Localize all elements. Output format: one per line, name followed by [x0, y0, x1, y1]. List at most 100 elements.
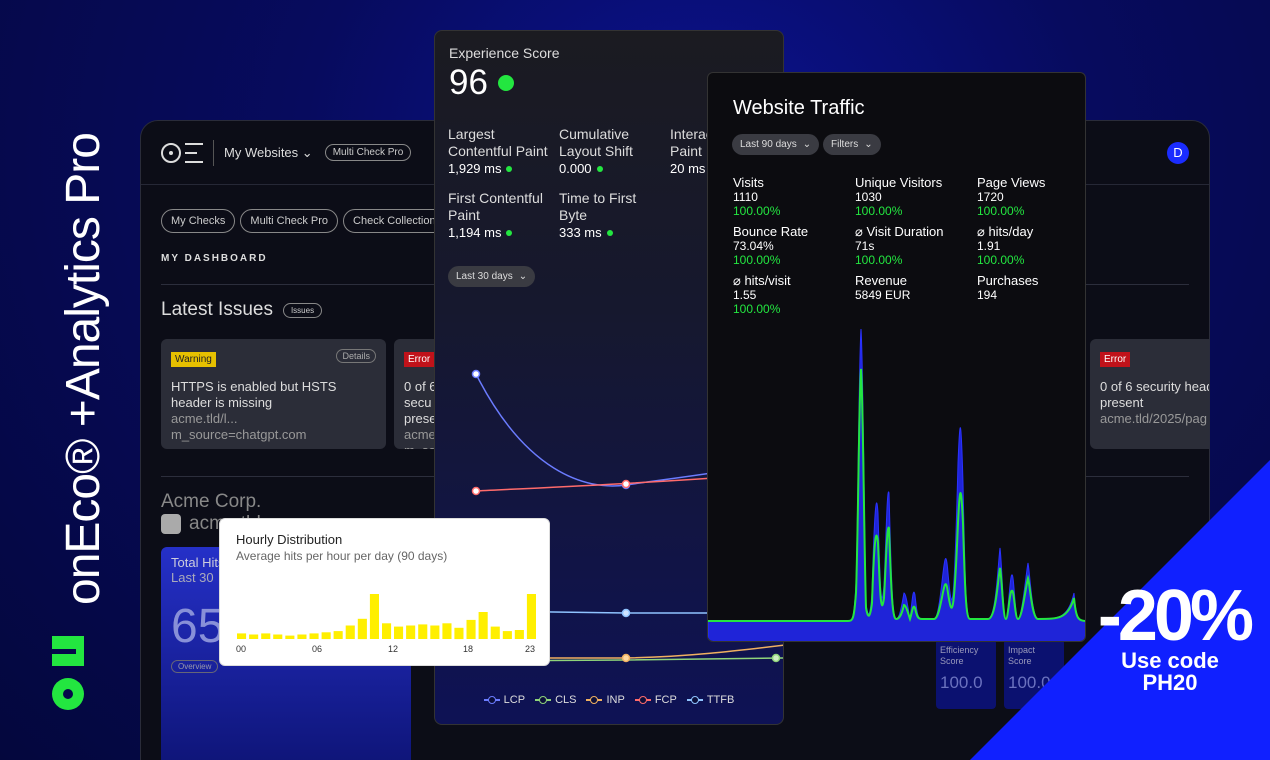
metric-value: 71s: [855, 239, 875, 253]
hourly-bar: [478, 612, 488, 639]
lcp-point: [471, 369, 481, 379]
panel-title: Experience Score: [449, 45, 560, 61]
x-tick: 12: [388, 644, 399, 654]
date-range-dropdown[interactable]: Last 30 days ⌄: [448, 266, 536, 287]
chevron-down-icon: ⌄: [802, 139, 812, 150]
brand-column: onEco® +Analytics Pro: [34, 0, 114, 760]
issue-card[interactable]: Warning Details HTTPS is enabled but HST…: [161, 339, 386, 449]
metric-label: Purchases: [977, 273, 1039, 288]
metric-percent: 100.00%: [733, 204, 781, 218]
metric-lcp: Largest Contentful Paint 1,929 ms: [448, 126, 553, 177]
nav-badge[interactable]: Multi Check Pro: [324, 144, 412, 161]
metric-page-views: Page Views 1720 100.00%: [977, 176, 1045, 219]
legend-item-inp[interactable]: INP: [586, 694, 625, 706]
hourly-bar: [382, 623, 392, 639]
lcp-marker-icon: [483, 696, 500, 704]
issue-text: 0 of 6 security head present acme.tld/202…: [1100, 379, 1209, 427]
cls-marker-icon: [535, 696, 552, 704]
tab-my-checks[interactable]: My Checks: [161, 209, 236, 233]
metric-label: Time to First Byte: [559, 190, 637, 223]
metric-visits: Visits 1110 100.00%: [733, 176, 781, 219]
metric-label: ⌀ hits/day: [977, 224, 1034, 239]
metric-fcp: First Contentful Paint 1,194 ms: [448, 190, 553, 241]
legend-label: FCP: [654, 694, 677, 706]
ttfb-marker-icon: [686, 696, 703, 704]
hourly-bar: [345, 625, 355, 639]
ttfb-point: [621, 608, 631, 618]
site-favicon-icon: [161, 514, 181, 534]
metric-percent: 100.00%: [733, 302, 781, 316]
hourly-bar: [273, 634, 283, 639]
cls-point: [771, 653, 781, 663]
issues-badge[interactable]: Issues: [282, 302, 323, 318]
x-tick: 00: [236, 644, 247, 654]
hourly-bar: [369, 594, 379, 639]
tab-multi-check-pro[interactable]: Multi Check Pro: [240, 209, 339, 233]
filters-dropdown[interactable]: Filters ⌄: [823, 134, 881, 155]
hourly-bar: [466, 619, 476, 639]
app-logo-icon[interactable]: [161, 142, 203, 163]
chevron-down-icon: ⌄: [864, 139, 873, 150]
metric-value: 1.55: [733, 288, 757, 302]
dropdown-label: Filters: [831, 139, 859, 150]
metric-label: Cumulative Layout Shift: [559, 126, 633, 159]
issue-text: HTTPS is enabled but HSTS header is miss…: [171, 379, 376, 443]
metric-hits-per-day: ⌀ hits/day 1.91 100.00%: [977, 224, 1034, 268]
metric-value: 1110: [733, 190, 758, 204]
legend-item-lcp[interactable]: LCP: [483, 694, 526, 706]
metric-value: 5849 EUR: [855, 288, 911, 302]
hourly-bar: [454, 627, 464, 640]
promo-code[interactable]: Use code PH20: [1105, 650, 1235, 694]
legend-label: LCP: [503, 694, 526, 706]
metric-value: 194: [977, 288, 998, 302]
status-dot-icon: [497, 75, 514, 91]
divider: [213, 139, 214, 166]
issue-card[interactable]: Error 0 of 6 security head present acme.t…: [1090, 339, 1209, 449]
my-websites-dropdown[interactable]: My Websites ⌄: [224, 145, 313, 161]
metric-percent: 100.00%: [855, 204, 903, 218]
legend-item-fcp[interactable]: FCP: [634, 694, 677, 706]
company-name: Acme Corp.: [161, 491, 262, 512]
overview-button[interactable]: Overview: [171, 660, 219, 673]
hourly-bar: [502, 631, 512, 639]
metric-value: 1030: [855, 190, 882, 204]
hourly-bar: [237, 633, 247, 639]
panel-title: Website Traffic: [733, 97, 865, 119]
legend-item-ttfb[interactable]: TTFB: [686, 694, 734, 706]
metric-percent: 100.00%: [855, 253, 903, 267]
hourly-bar: [430, 625, 440, 639]
status-dot-icon: [506, 230, 513, 237]
metric-percent: 100.00%: [977, 253, 1025, 267]
hourly-distribution-card: Hourly Distribution Average hits per hou…: [219, 518, 550, 666]
date-range-dropdown[interactable]: Last 90 days ⌄: [732, 134, 820, 155]
status-dot-icon: [596, 166, 603, 173]
fcp-marker-icon: [634, 696, 651, 704]
hourly-bar-chart: [237, 594, 536, 640]
promo-ribbon: -20% Use code PH20: [970, 460, 1270, 760]
dashboard-tabs: My Checks Multi Check Pro Check Collecti…: [161, 209, 452, 233]
hourly-bar: [357, 618, 367, 640]
issue-url: acme.tld/2025/pag: [1100, 411, 1207, 426]
avatar[interactable]: D: [1167, 142, 1189, 164]
hourly-bar: [309, 633, 319, 639]
hourly-bar: [261, 633, 271, 639]
metric-value: 20 ms: [670, 161, 706, 176]
details-button[interactable]: Details: [336, 349, 376, 363]
latest-issues-title: Latest Issues: [161, 299, 273, 320]
issue-message: HTTPS is enabled but HSTS header is miss…: [171, 379, 337, 410]
metric-revenue: Revenue 5849 EUR: [855, 274, 911, 303]
hourly-bar: [321, 632, 331, 640]
metric-purchases: Purchases 194: [977, 273, 1039, 303]
inp-marker-icon: [586, 696, 603, 704]
legend-item-cls[interactable]: CLS: [535, 694, 576, 706]
metric-ttfb: Time to First Byte 333 ms: [559, 190, 664, 241]
metric-value: 73.04%: [733, 239, 774, 253]
hourly-bar: [394, 626, 404, 639]
hourly-bar: [333, 631, 343, 639]
legend-label: CLS: [555, 694, 577, 706]
fcp-point: [471, 486, 481, 496]
metric-value: 1720: [977, 190, 1004, 204]
x-tick: 18: [463, 644, 474, 654]
dropdown-label: Last 30 days: [456, 271, 513, 282]
hourly-bar: [418, 624, 428, 639]
